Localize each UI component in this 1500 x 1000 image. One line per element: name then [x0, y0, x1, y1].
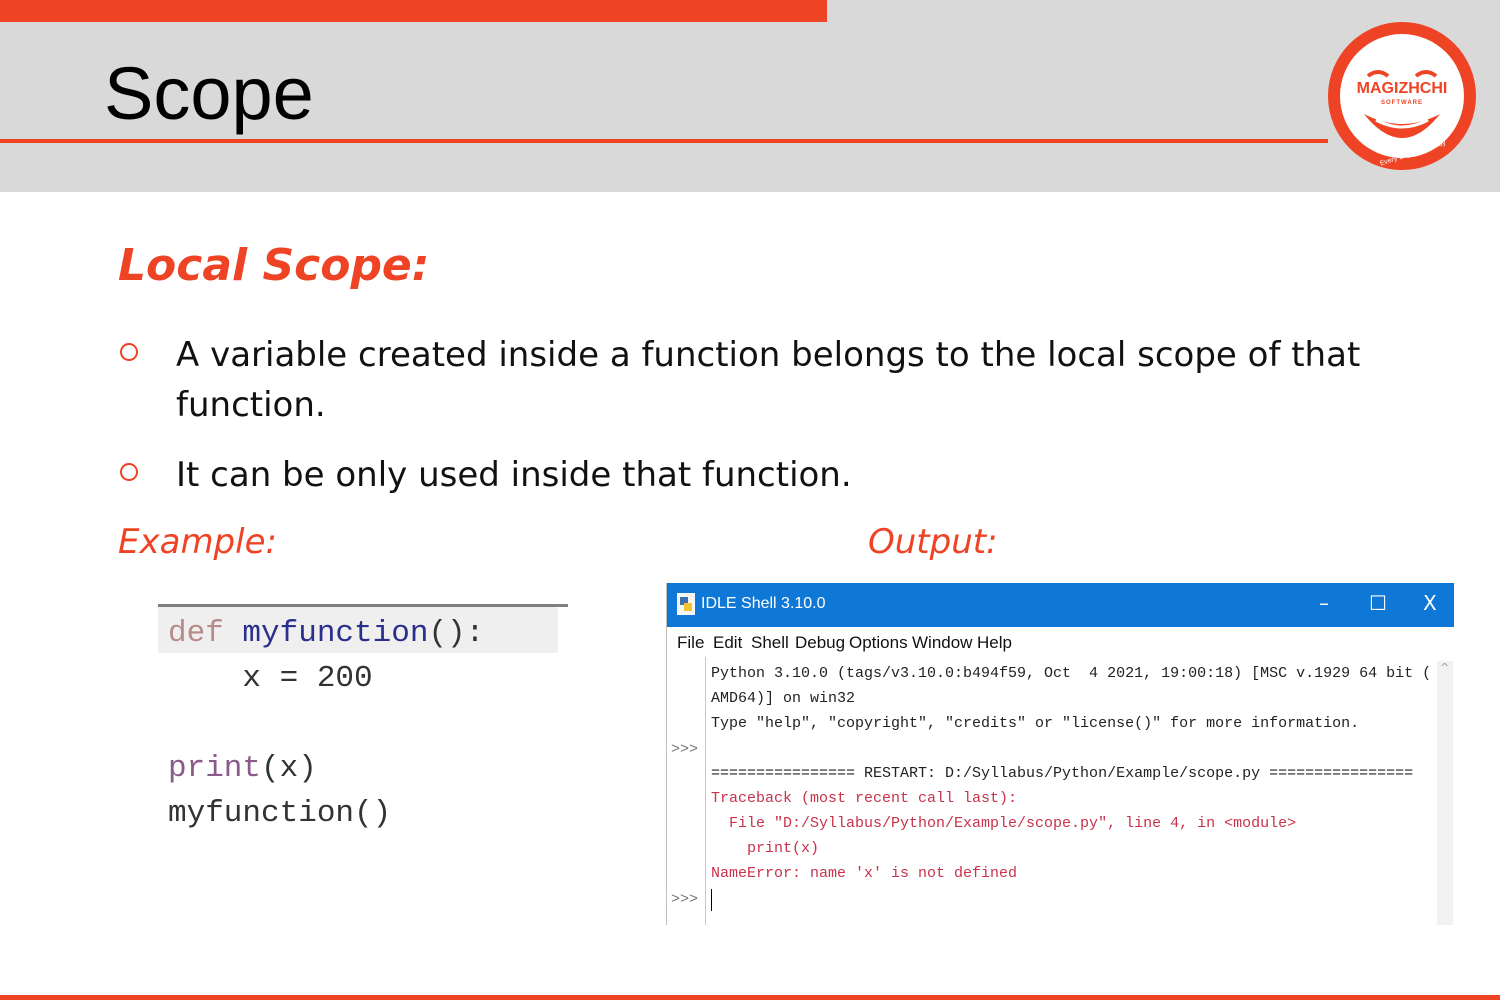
code-punct: ():	[428, 616, 485, 651]
bullet-text: A variable created inside a function bel…	[176, 335, 1361, 425]
shell-line: Type "help", "copyright", "credits" or "…	[711, 715, 1360, 732]
idle-shell-window: IDLE Shell 3.10.0 – ☐ X File Edit Shell …	[666, 583, 1454, 925]
code-keyword: def	[168, 616, 224, 651]
scroll-up-icon[interactable]: ^	[1440, 661, 1449, 674]
shell-output[interactable]: Python 3.10.0 (tags/v3.10.0:b494f59, Oct…	[711, 657, 1431, 925]
error-line: print(x)	[711, 840, 820, 857]
menu-file[interactable]: File	[677, 633, 704, 653]
error-line: Traceback (most recent call last):	[711, 790, 1018, 807]
error-line: NameError: name 'x' is not defined	[711, 865, 1018, 882]
code-function-name: myfunction	[223, 616, 429, 651]
menu-debug[interactable]: Debug	[795, 633, 845, 653]
logo-name: MAGIZHCHI	[1356, 80, 1448, 97]
shell-line: Python 3.10.0 (tags/v3.10.0:b494f59, Oct…	[711, 665, 1431, 682]
vertical-scrollbar[interactable]: ^	[1437, 661, 1453, 925]
prompt-gutter: >>> >>>	[667, 657, 706, 925]
title-underline	[0, 139, 1328, 143]
restart-line: ================ RESTART: D:/Syllabus/Py…	[711, 765, 1414, 782]
menu-shell[interactable]: Shell	[751, 633, 789, 653]
bottom-accent-bar	[0, 995, 1500, 1000]
window-title: IDLE Shell 3.10.0	[701, 595, 826, 612]
bullet-circle-icon	[120, 463, 138, 481]
code-line: print(x)	[168, 751, 317, 786]
error-line: File "D:/Syllabus/Python/Example/scope.p…	[711, 815, 1297, 832]
menu-bar: File Edit Shell Debug Options Window Hel…	[667, 627, 1454, 657]
bullet-item: It can be only used inside that function…	[118, 450, 1378, 500]
menu-edit[interactable]: Edit	[713, 633, 742, 653]
slide-title: Scope	[104, 52, 314, 135]
company-logo: MAGIZHCHI SOFTWARE Every Day Happy Day	[1328, 22, 1476, 170]
top-accent-bar	[0, 0, 827, 22]
close-button[interactable]: X	[1423, 591, 1437, 615]
minimize-button[interactable]: –	[1319, 591, 1329, 615]
text-cursor	[711, 889, 712, 911]
code-line: def myfunction():	[168, 616, 484, 651]
bullet-text: It can be only used inside that function…	[176, 455, 852, 495]
shell-prompt: >>>	[671, 741, 699, 758]
menu-help[interactable]: Help	[977, 633, 1012, 653]
section-heading: Local Scope:	[118, 240, 430, 291]
bullet-list: A variable created inside a function bel…	[118, 330, 1378, 500]
output-label: Output:	[868, 522, 998, 562]
bullet-circle-icon	[120, 343, 138, 361]
menu-window[interactable]: Window	[912, 633, 972, 653]
code-line: myfunction()	[168, 796, 392, 831]
code-args: (x)	[261, 751, 317, 786]
logo-subtitle: SOFTWARE	[1381, 100, 1423, 106]
menu-options[interactable]: Options	[849, 633, 908, 653]
code-example: def myfunction(): x = 200 print(x) myfun…	[158, 604, 568, 840]
example-label: Example:	[118, 522, 277, 562]
code-line: x = 200	[168, 661, 373, 696]
shell-line: AMD64)] on win32	[711, 690, 856, 707]
bullet-item: A variable created inside a function bel…	[118, 330, 1378, 430]
code-builtin: print	[168, 751, 262, 786]
maximize-button[interactable]: ☐	[1369, 591, 1387, 615]
python-icon	[677, 593, 695, 615]
shell-prompt: >>>	[671, 891, 699, 908]
header-band-top	[827, 0, 1500, 22]
window-titlebar[interactable]: IDLE Shell 3.10.0 – ☐ X	[667, 583, 1454, 627]
